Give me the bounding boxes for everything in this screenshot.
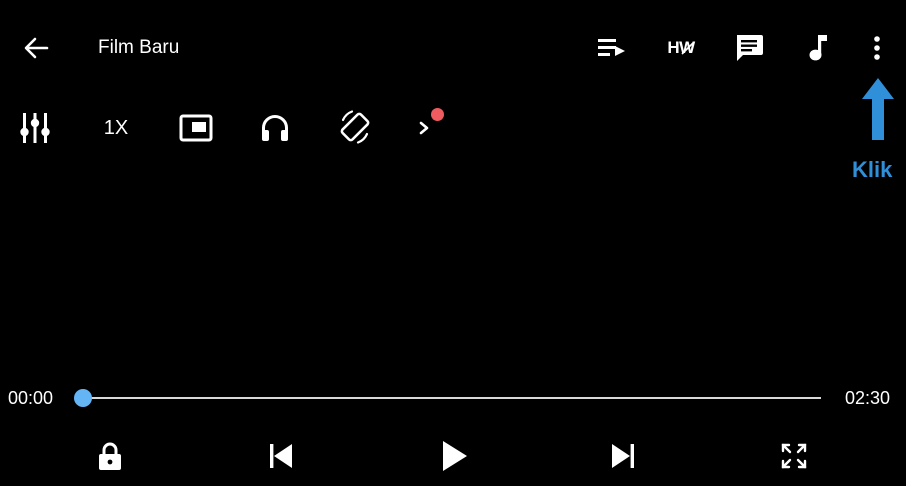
annotation-label: Klik [852,157,893,182]
hw-strike-icon [681,41,695,55]
playlist-play-icon [597,37,627,59]
skip-previous-icon [268,442,294,470]
seek-bar-track[interactable] [83,397,821,399]
arrow-left-icon [23,36,49,60]
video-player-screen: Film Baru HW 1X Klik 00:00 02:30 [0,0,906,486]
playlist-button[interactable] [594,32,630,64]
hardware-decoder-button[interactable]: HW [660,34,702,62]
playback-speed-label: 1X [103,117,129,139]
next-button[interactable] [606,438,640,474]
current-time: 00:00 [8,388,54,408]
seek-bar-thumb[interactable] [74,389,92,407]
chevron-right-icon [417,120,431,136]
more-options-button[interactable] [863,30,891,66]
playback-speed-button[interactable]: 1X [96,114,136,142]
screen-rotation-icon [336,108,374,146]
screen-rotation-button[interactable] [334,106,376,148]
video-title: Film Baru [98,37,180,58]
equalizer-button[interactable] [14,108,56,148]
background-audio-button[interactable] [256,108,294,148]
lock-screen-button[interactable] [92,438,128,474]
headphones-icon [260,113,290,143]
subtitle-button[interactable] [730,30,768,66]
equalizer-sliders-icon [18,112,52,144]
skip-next-icon [610,442,636,470]
more-vertical-icon [873,35,881,61]
fullscreen-button[interactable] [776,438,812,474]
back-button[interactable] [18,31,54,65]
subtitle-message-icon [733,33,765,63]
play-icon [440,440,468,472]
picture-in-picture-icon [179,114,213,142]
annotation-arrow [860,76,896,142]
picture-in-picture-button[interactable] [176,110,216,146]
play-button[interactable] [436,436,472,476]
music-note-icon [807,33,829,63]
total-time: 02:30 [845,388,891,408]
fullscreen-expand-icon [780,442,808,470]
previous-button[interactable] [264,438,298,474]
lock-icon [97,441,123,471]
audio-track-button[interactable] [801,30,835,66]
notification-dot [431,108,444,121]
arrow-up-icon [861,77,895,141]
